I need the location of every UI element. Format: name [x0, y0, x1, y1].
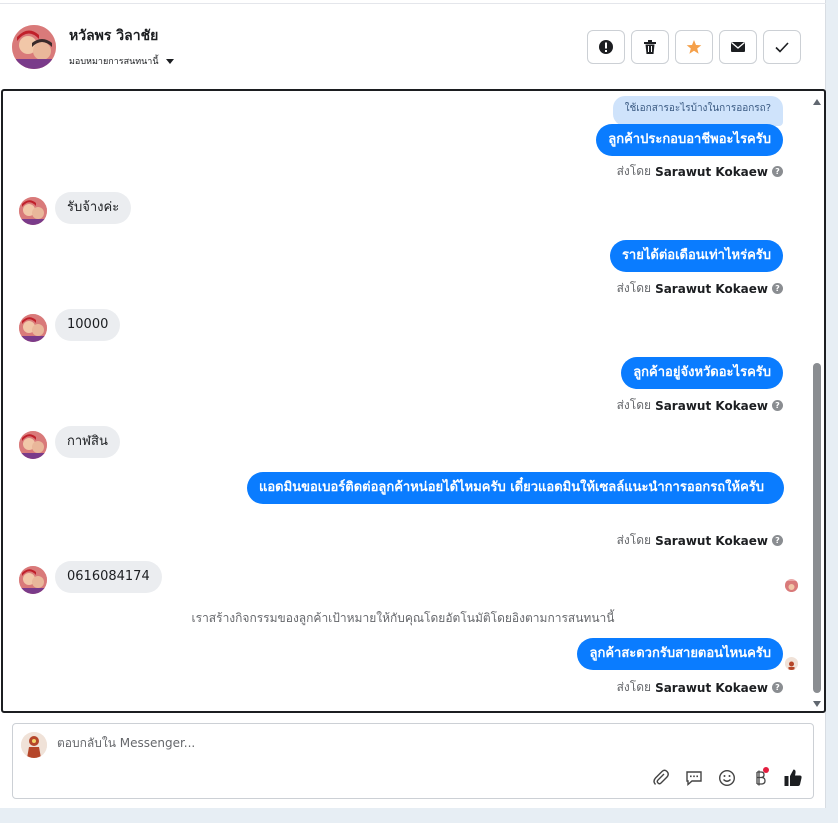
reply-composer [12, 723, 814, 799]
assign-conversation-dropdown[interactable]: มอบหมายการสนทนานี้ [69, 54, 174, 68]
composer-toolbar [650, 767, 803, 788]
mark-done-button[interactable] [763, 30, 801, 64]
sent-by-label: ส่งโดย Sarawut Kokaew ? [617, 678, 783, 697]
contact-avatar-small [19, 566, 47, 594]
conversation-header: หวัลพร วิลาชัย มอบหมายการสนทนานี้ [0, 4, 826, 88]
report-button[interactable] [587, 30, 625, 64]
check-icon [775, 42, 789, 53]
contact-avatar-small [19, 197, 47, 225]
star-icon [686, 40, 702, 54]
sender-name: Sarawut Kokaew [655, 398, 768, 413]
message-thread[interactable]: ใช้เอกสารอะไรบ้างในการออกรถ? ลูกค้าประกอ… [1, 89, 826, 713]
delete-button[interactable] [631, 30, 669, 64]
help-icon[interactable]: ? [772, 535, 783, 546]
like-icon [784, 769, 802, 786]
seen-receipt-avatar [785, 579, 798, 592]
sent-by-label: ส่งโดย Sarawut Kokaew ? [617, 162, 783, 181]
scroll-down-arrow-icon[interactable] [813, 701, 821, 707]
saved-replies-button[interactable] [683, 767, 704, 788]
message-bubble-incoming[interactable]: 0616084174 [55, 561, 162, 593]
sent-by-label: ส่งโดย Sarawut Kokaew ? [617, 279, 783, 298]
page-avatar [21, 732, 47, 758]
like-button[interactable] [782, 767, 803, 788]
contact-name: หวัลพร วิลาชัย [69, 28, 159, 44]
trash-icon [644, 40, 656, 54]
sender-name: Sarawut Kokaew [655, 281, 768, 296]
attach-button[interactable] [650, 767, 671, 788]
help-icon[interactable]: ? [772, 682, 783, 693]
help-icon[interactable]: ? [772, 166, 783, 177]
header-actions [587, 30, 801, 64]
emoji-icon [718, 769, 735, 786]
exclamation-icon [599, 40, 613, 54]
notification-dot [763, 767, 769, 773]
sender-name: Sarawut Kokaew [655, 533, 768, 548]
sender-name: Sarawut Kokaew [655, 164, 768, 179]
seen-receipt-avatar [785, 657, 798, 670]
message-bubble-incoming[interactable]: รับจ้างค่ะ [55, 192, 132, 224]
sent-by-prefix: ส่งโดย [616, 281, 652, 295]
contact-avatar-small [19, 314, 47, 342]
message-bubble-outgoing[interactable]: ลูกค้าสะดวกรับสายตอนไหนครับ [577, 638, 783, 670]
mark-unread-button[interactable] [719, 30, 757, 64]
payment-button[interactable] [749, 767, 770, 788]
system-note: เราสร้างกิจกรรมของลูกค้าเป้าหมายให้กับคุ… [191, 611, 615, 625]
help-icon[interactable]: ? [772, 400, 783, 411]
envelope-icon [731, 42, 745, 52]
sent-by-prefix: ส่งโดย [616, 398, 652, 412]
message-bubble-outgoing[interactable]: รายได้ต่อเดือนเท่าไหร่ครับ [609, 240, 783, 272]
sent-by-prefix: ส่งโดย [616, 533, 652, 547]
assign-label: มอบหมายการสนทนานี้ [69, 57, 159, 67]
help-icon[interactable]: ? [772, 283, 783, 294]
sent-by-prefix: ส่งโดย [616, 164, 652, 178]
message-bubble-faded: ใช้เอกสารอะไรบ้างในการออกรถ? [612, 96, 783, 126]
sent-by-label: ส่งโดย Sarawut Kokaew ? [617, 396, 783, 415]
emoji-button[interactable] [716, 767, 737, 788]
paperclip-icon [652, 769, 669, 785]
scroll-up-arrow-icon[interactable] [813, 99, 821, 105]
message-bubble-outgoing[interactable]: แอดมินขอเบอร์ติดต่อลูกค้าหน่อยได้ไหมครับ… [247, 472, 784, 504]
caret-down-icon [165, 58, 174, 64]
sender-name: Sarawut Kokaew [655, 680, 768, 695]
sent-by-label: ส่งโดย Sarawut Kokaew ? [617, 531, 783, 550]
scrollbar-thumb[interactable] [813, 363, 821, 693]
star-button[interactable] [675, 30, 713, 64]
message-bubble-outgoing[interactable]: ลูกค้าประกอบอาชีพอะไรครับ [596, 124, 783, 156]
scrollbar[interactable] [812, 95, 822, 707]
contact-avatar-small [19, 431, 47, 459]
message-bubble-outgoing[interactable]: ลูกค้าอยู่จังหวัดอะไรครับ [621, 357, 783, 389]
message-bubble-incoming[interactable]: กาฬสิน [55, 426, 120, 458]
quick-reply-icon [685, 770, 702, 786]
message-bubble-incoming[interactable]: 10000 [55, 309, 121, 341]
sent-by-prefix: ส่งโดย [616, 680, 652, 694]
conversation-panel: หวัลพร วิลาชัย มอบหมายการสนทนานี้ ใช้เอก… [0, 0, 826, 808]
contact-avatar[interactable] [12, 25, 56, 69]
reply-input[interactable] [57, 736, 757, 750]
